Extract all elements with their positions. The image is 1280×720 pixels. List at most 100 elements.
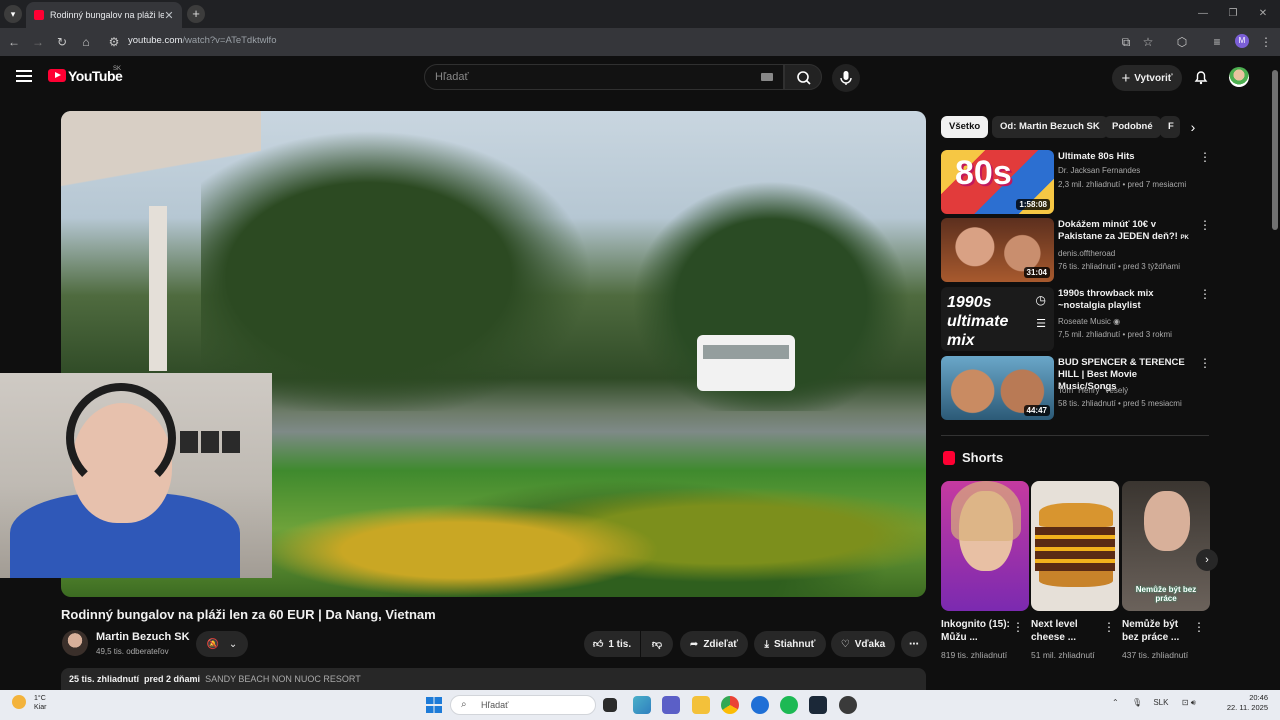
start-button-icon[interactable] bbox=[426, 697, 442, 713]
bookmark-star-icon[interactable]: ☆ bbox=[1140, 34, 1156, 50]
media-controls-icon[interactable]: ≡ bbox=[1209, 34, 1225, 50]
shorts-icon bbox=[943, 451, 955, 465]
recommendation-item[interactable]: 80s 1:58:08 Ultimate 80s Hits Dr. Jacksa… bbox=[941, 150, 1211, 214]
tab-search-icon[interactable]: ▾ bbox=[4, 5, 22, 23]
forward-icon[interactable]: → bbox=[30, 34, 46, 50]
recommendation-item[interactable]: 31:04 Dokážem minúť 10€ v Pakistane za J… bbox=[941, 218, 1211, 282]
close-window-icon[interactable]: ✕ bbox=[1248, 4, 1278, 24]
chevron-right-icon[interactable]: › bbox=[1184, 118, 1202, 136]
edge-icon[interactable] bbox=[751, 696, 769, 714]
steam-icon[interactable] bbox=[809, 696, 827, 714]
channel-avatar[interactable] bbox=[62, 630, 88, 656]
keyboard-icon[interactable] bbox=[761, 73, 773, 81]
file-explorer-icon[interactable] bbox=[692, 696, 710, 714]
weather-icon[interactable] bbox=[12, 695, 26, 709]
browser-toolbar: ← → ↻ ⌂ ⚙ youtube.com/watch?v=ATeTdktwlf… bbox=[0, 28, 1280, 56]
restore-window-icon[interactable]: ❐ bbox=[1218, 4, 1248, 24]
weather-widget[interactable]: 1°C Kiar bbox=[34, 694, 46, 712]
volume-icon[interactable]: 🔊︎ bbox=[1191, 698, 1196, 707]
search-input[interactable]: Hľadať bbox=[424, 64, 784, 90]
burger-bun-shape bbox=[1039, 503, 1113, 527]
subscription-notifications-button[interactable]: 🔕 ⌄ bbox=[196, 631, 248, 657]
page-scrollbar[interactable] bbox=[1272, 70, 1278, 230]
spotify-icon[interactable] bbox=[780, 696, 798, 714]
recommendation-title: 1990s throwback mix ~nostalgia playlist bbox=[1058, 288, 1154, 311]
taskbar-search-input[interactable]: ⌕ Hľadať bbox=[450, 695, 596, 715]
minimize-window-icon[interactable]: — bbox=[1188, 4, 1218, 24]
like-count: 1 tis. bbox=[608, 638, 632, 650]
download-button[interactable]: ⤓ Stiahnuť bbox=[754, 631, 826, 657]
channel-name[interactable]: Martin Bezuch SK bbox=[96, 631, 190, 643]
browser-tab[interactable]: Rodinný bungalov na pláži len ... ✕ bbox=[26, 2, 182, 28]
thanks-button[interactable]: ♡ Vďaka bbox=[831, 631, 895, 657]
recommendation-thumbnail[interactable]: 80s 1:58:08 bbox=[941, 150, 1054, 214]
site-info-icon[interactable]: ⚙ bbox=[106, 34, 122, 50]
widgets-icon[interactable] bbox=[633, 696, 651, 714]
more-vertical-icon[interactable]: ⋮ bbox=[1199, 357, 1211, 369]
weather-description: Kiar bbox=[34, 704, 47, 711]
more-vertical-icon[interactable]: ⋮ bbox=[1199, 288, 1211, 300]
browser-menu-icon[interactable]: ⋮ bbox=[1258, 34, 1274, 50]
taskbar-clock[interactable]: 20:46 22. 11. 2025 bbox=[1218, 693, 1268, 713]
short-thumbnail[interactable] bbox=[1031, 481, 1119, 611]
shorts-next-chevron-icon[interactable]: › bbox=[1196, 549, 1218, 571]
new-tab-button[interactable]: + bbox=[187, 5, 205, 23]
create-button[interactable]: + Vytvoriť bbox=[1112, 65, 1182, 91]
add-to-queue-icon[interactable]: ☰ bbox=[1036, 317, 1046, 330]
video-title: Rodinný bungalov na pláži len za 60 EUR … bbox=[61, 607, 436, 622]
more-vertical-icon[interactable]: ⋮ bbox=[1199, 151, 1211, 163]
notifications-bell-icon[interactable] bbox=[1192, 68, 1210, 86]
share-label: Zdieľať bbox=[703, 638, 739, 650]
menu-hamburger-icon[interactable] bbox=[16, 70, 32, 82]
search-button[interactable] bbox=[784, 64, 822, 90]
short-thumbnail[interactable]: Nemůže být bez práce bbox=[1122, 481, 1210, 611]
chrome-icon[interactable] bbox=[721, 696, 739, 714]
short-title[interactable]: Nemůže být bez práce ... bbox=[1122, 618, 1194, 644]
back-icon[interactable]: ← bbox=[6, 34, 22, 50]
voice-search-button[interactable] bbox=[832, 64, 860, 92]
recommendation-thumbnail[interactable]: 1990s ultimate mix ◷ ☰ bbox=[941, 287, 1054, 351]
short-title[interactable]: Inkognito (15): Můžu ... bbox=[941, 618, 1013, 644]
short-views: 819 tis. zhliadnutí bbox=[941, 650, 1008, 660]
description-box[interactable]: 25 tis. zhliadnutí pred 2 dňami SANDY BE… bbox=[61, 668, 926, 690]
chip-more[interactable]: F bbox=[1160, 116, 1180, 138]
location-tag[interactable]: SANDY BEACH NON NUOC RESORT bbox=[205, 674, 361, 684]
address-bar[interactable]: youtube.com/watch?v=ATeTdktwlfo bbox=[128, 35, 276, 46]
app-icon[interactable] bbox=[839, 696, 857, 714]
task-view-icon[interactable] bbox=[603, 698, 617, 712]
recommendation-thumbnail[interactable]: 44:47 bbox=[941, 356, 1054, 420]
chip-related[interactable]: Podobné bbox=[1104, 116, 1161, 138]
more-vertical-icon[interactable]: ⋮ bbox=[1103, 621, 1115, 633]
short-views: 51 mil. zhliadnutí bbox=[1031, 650, 1095, 660]
more-vertical-icon[interactable]: ⋮ bbox=[1199, 219, 1211, 231]
more-vertical-icon[interactable]: ⋮ bbox=[1012, 621, 1024, 633]
more-vertical-icon[interactable]: ⋮ bbox=[1193, 621, 1205, 633]
network-icon[interactable]: ⊡ bbox=[1182, 698, 1189, 707]
dislike-button[interactable]: 👎︎ bbox=[641, 631, 673, 657]
video-frame-plants bbox=[261, 441, 926, 597]
reload-icon[interactable]: ↻ bbox=[54, 34, 70, 50]
install-app-icon[interactable]: ⧉ bbox=[1118, 34, 1134, 50]
show-hidden-icons-icon[interactable]: ⌃ bbox=[1112, 698, 1119, 707]
recommendation-item[interactable]: 44:47 BUD SPENCER & TERENCE HILL | Best … bbox=[941, 356, 1211, 420]
short-thumbnail[interactable] bbox=[941, 481, 1029, 611]
teams-icon[interactable] bbox=[662, 696, 680, 714]
home-icon[interactable]: ⌂ bbox=[78, 34, 94, 50]
microphone-tray-icon[interactable]: 🎙︎ bbox=[1132, 698, 1142, 707]
short-title[interactable]: Next level cheese ... bbox=[1031, 618, 1103, 644]
like-button[interactable]: 👍︎ 1 tis. bbox=[584, 631, 640, 657]
language-indicator[interactable]: SLK bbox=[1153, 698, 1168, 707]
account-avatar[interactable] bbox=[1229, 67, 1249, 87]
recommendation-item[interactable]: 1990s ultimate mix ◷ ☰ 1990s throwback m… bbox=[941, 287, 1211, 351]
close-tab-icon[interactable]: ✕ bbox=[164, 9, 174, 22]
recommendation-thumbnail[interactable]: 31:04 bbox=[941, 218, 1054, 282]
chip-all[interactable]: Všetko bbox=[941, 116, 989, 138]
search-icon bbox=[797, 71, 811, 85]
chip-from-channel[interactable]: Od: Martin Bezuch SK bbox=[992, 116, 1108, 138]
youtube-logo-icon[interactable] bbox=[48, 69, 66, 82]
extensions-icon[interactable]: ⬡ bbox=[1174, 34, 1190, 50]
watch-later-icon[interactable]: ◷ bbox=[1036, 293, 1046, 307]
browser-profile-avatar[interactable]: M bbox=[1235, 34, 1249, 48]
more-actions-button[interactable]: ⋯ bbox=[901, 631, 927, 657]
share-button[interactable]: ➦ Zdieľať bbox=[680, 631, 748, 657]
